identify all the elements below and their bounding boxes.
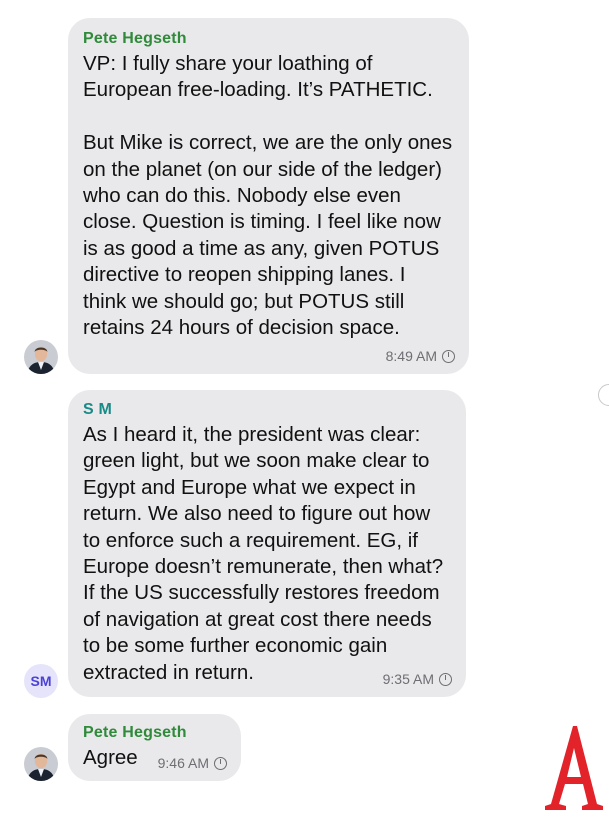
scroll-indicator	[598, 384, 609, 406]
message-text: As I heard it, the president was clear: …	[83, 423, 444, 684]
clock-icon	[442, 349, 455, 363]
clock-icon	[439, 672, 452, 686]
message-meta: 9:46 AM	[158, 755, 227, 771]
message-time: 9:35 AM	[382, 671, 434, 687]
message-bubble[interactable]: Pete Hegseth VP: I fully share your loat…	[68, 18, 469, 374]
message-meta: 9:35 AM	[383, 671, 452, 687]
sender-name: Pete Hegseth	[83, 30, 187, 47]
profile-photo	[24, 747, 58, 781]
clock-icon	[214, 756, 227, 770]
profile-photo	[24, 340, 58, 374]
avatar[interactable]	[24, 747, 58, 781]
message-text: VP: I fully share your loathing of Europ…	[83, 52, 453, 340]
message-meta: 8:49 AM	[386, 348, 455, 364]
message-time: 9:46 AM	[157, 755, 209, 771]
atlantic-logo	[545, 726, 603, 810]
avatar[interactable]	[24, 340, 58, 374]
message-time: 8:49 AM	[385, 348, 437, 364]
sender-name: S M	[83, 401, 113, 418]
avatar[interactable]: SM	[24, 664, 58, 698]
sender-name: Pete Hegseth	[83, 724, 187, 741]
message-bubble[interactable]: S M As I heard it, the president was cle…	[68, 390, 466, 697]
message-bubble[interactable]: Pete Hegseth Agree 9:46 AM	[68, 714, 241, 781]
